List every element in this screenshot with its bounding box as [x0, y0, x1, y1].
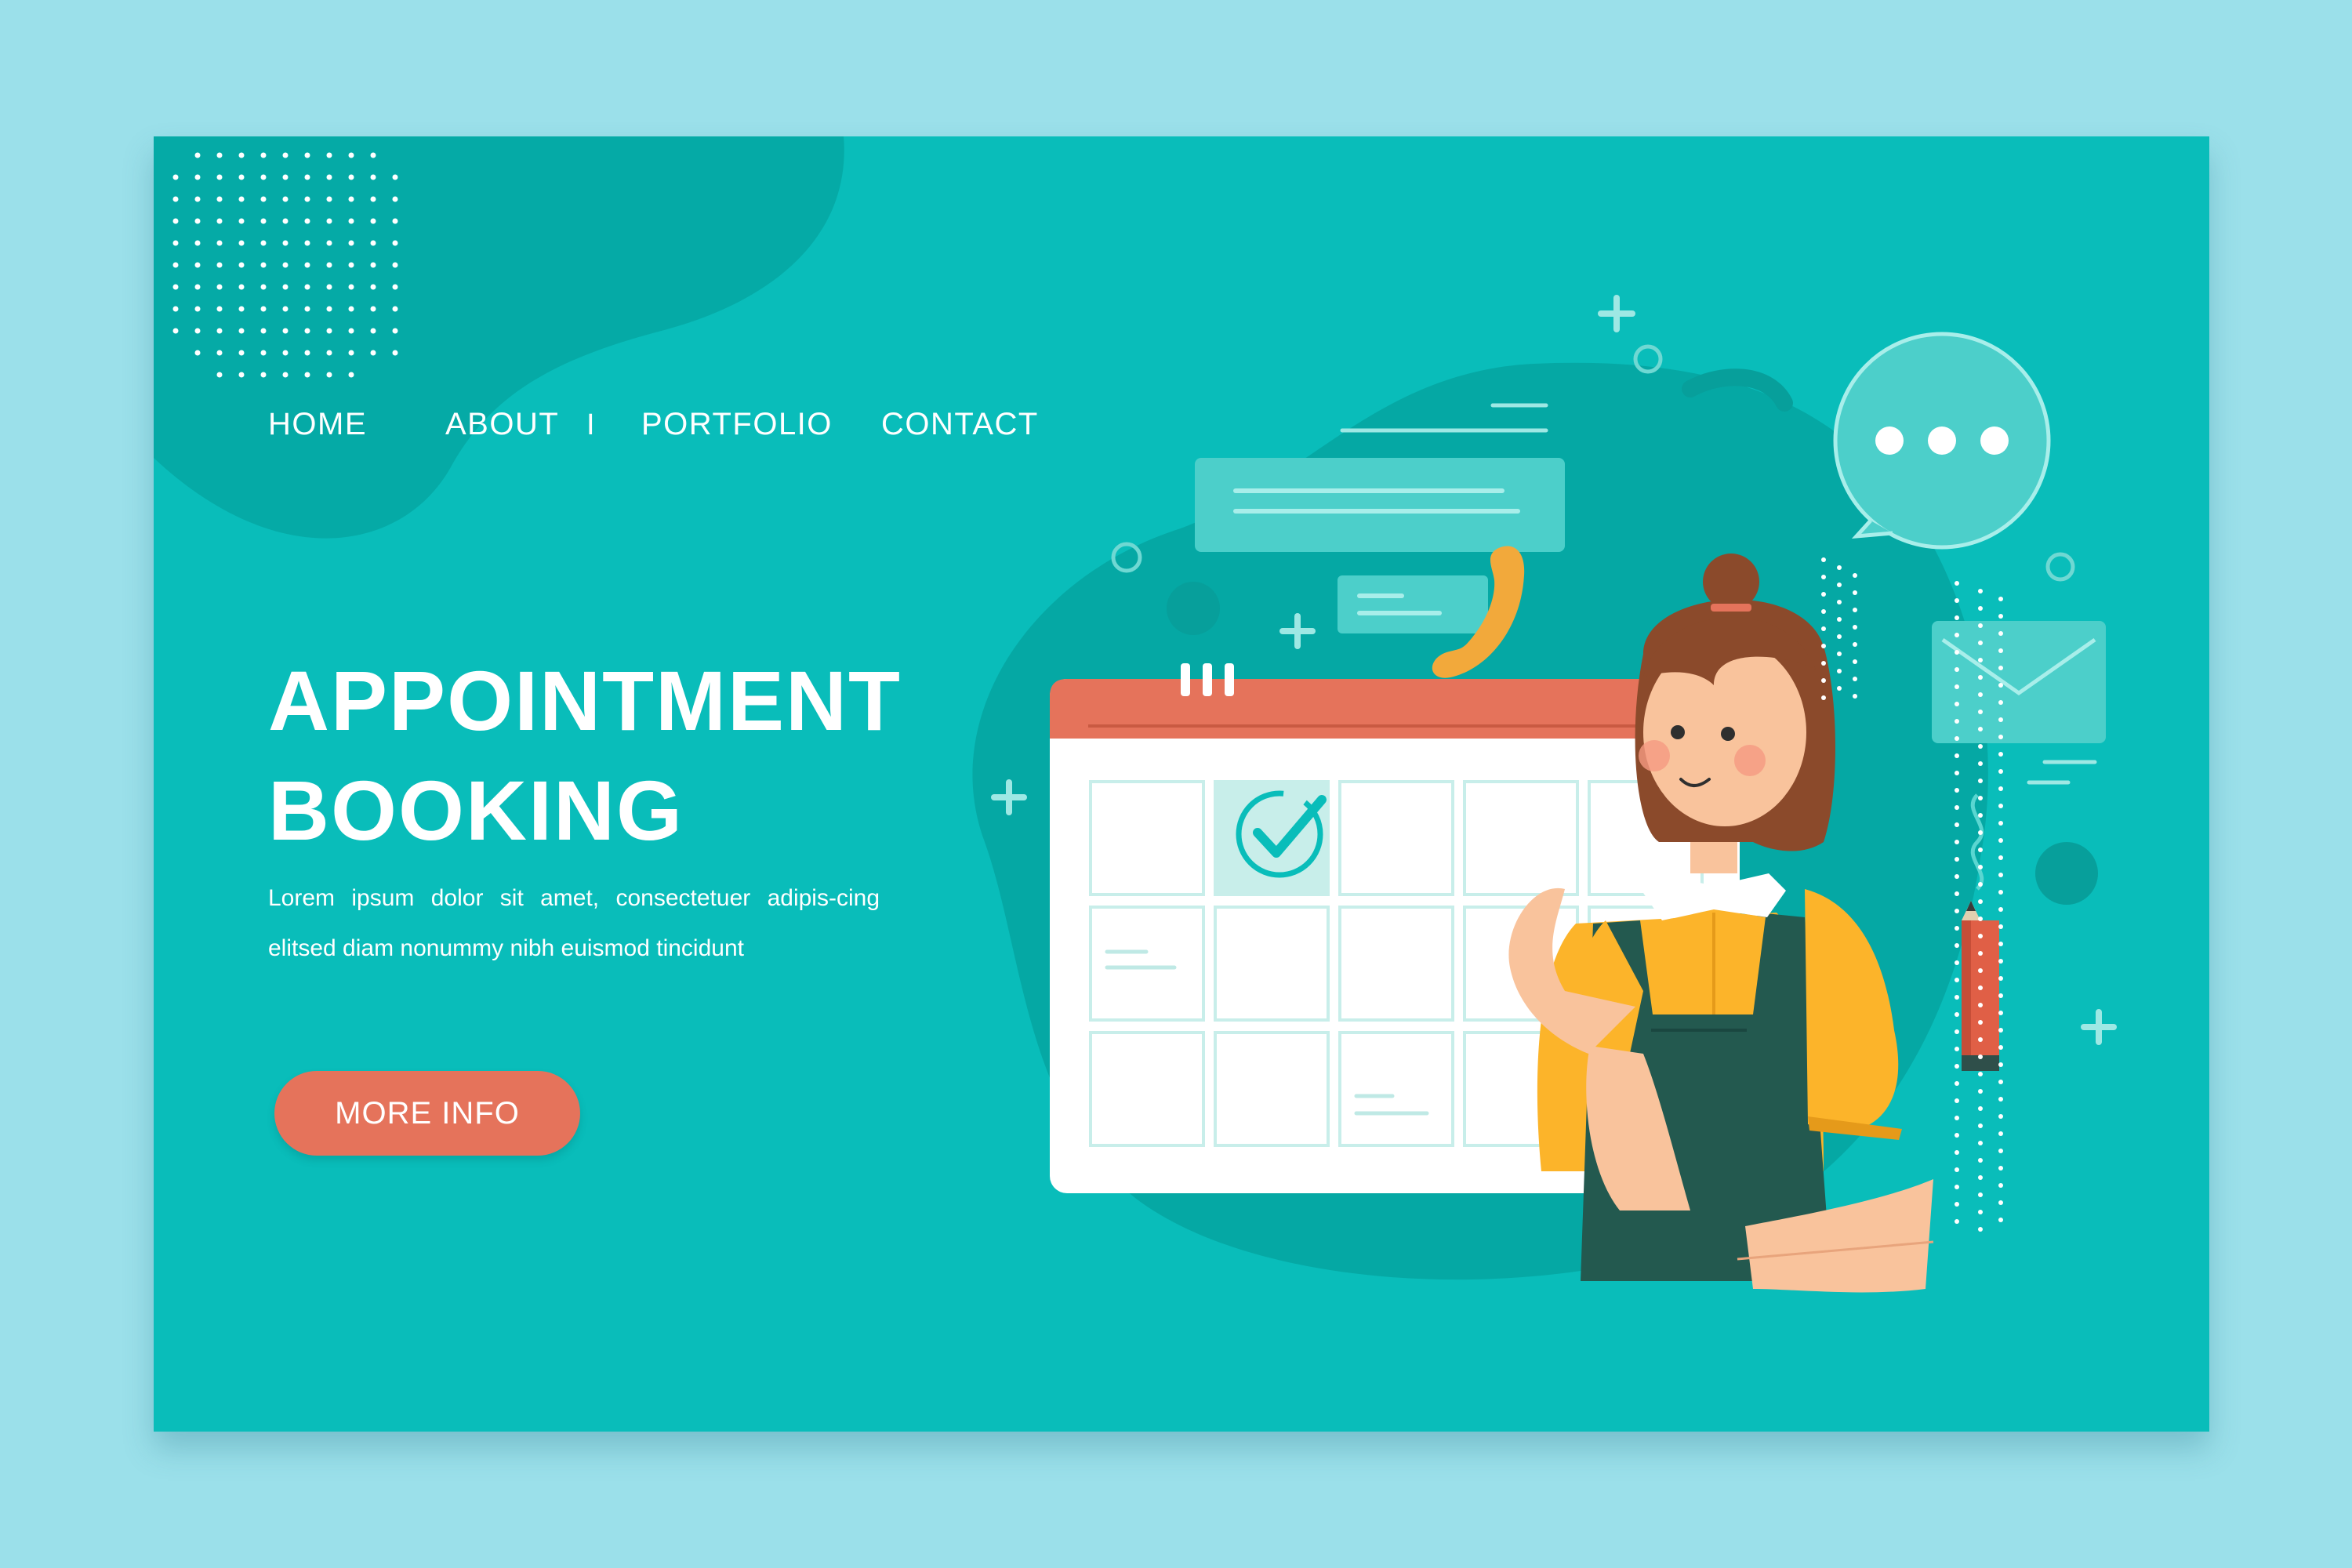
landing-page: HOME ABOUT I PORTFOLIO CONTACT APPOINTME…: [154, 136, 2209, 1432]
envelope-icon: [1932, 621, 2106, 743]
message-bar-large: [1195, 458, 1565, 552]
message-bar-small: [1338, 575, 1488, 633]
decor-dot-1: [1167, 582, 1220, 635]
chat-bubble-icon: [1833, 332, 2051, 550]
appointment-illustration: [972, 295, 2117, 1293]
decor-dot-2: [2035, 842, 2098, 905]
